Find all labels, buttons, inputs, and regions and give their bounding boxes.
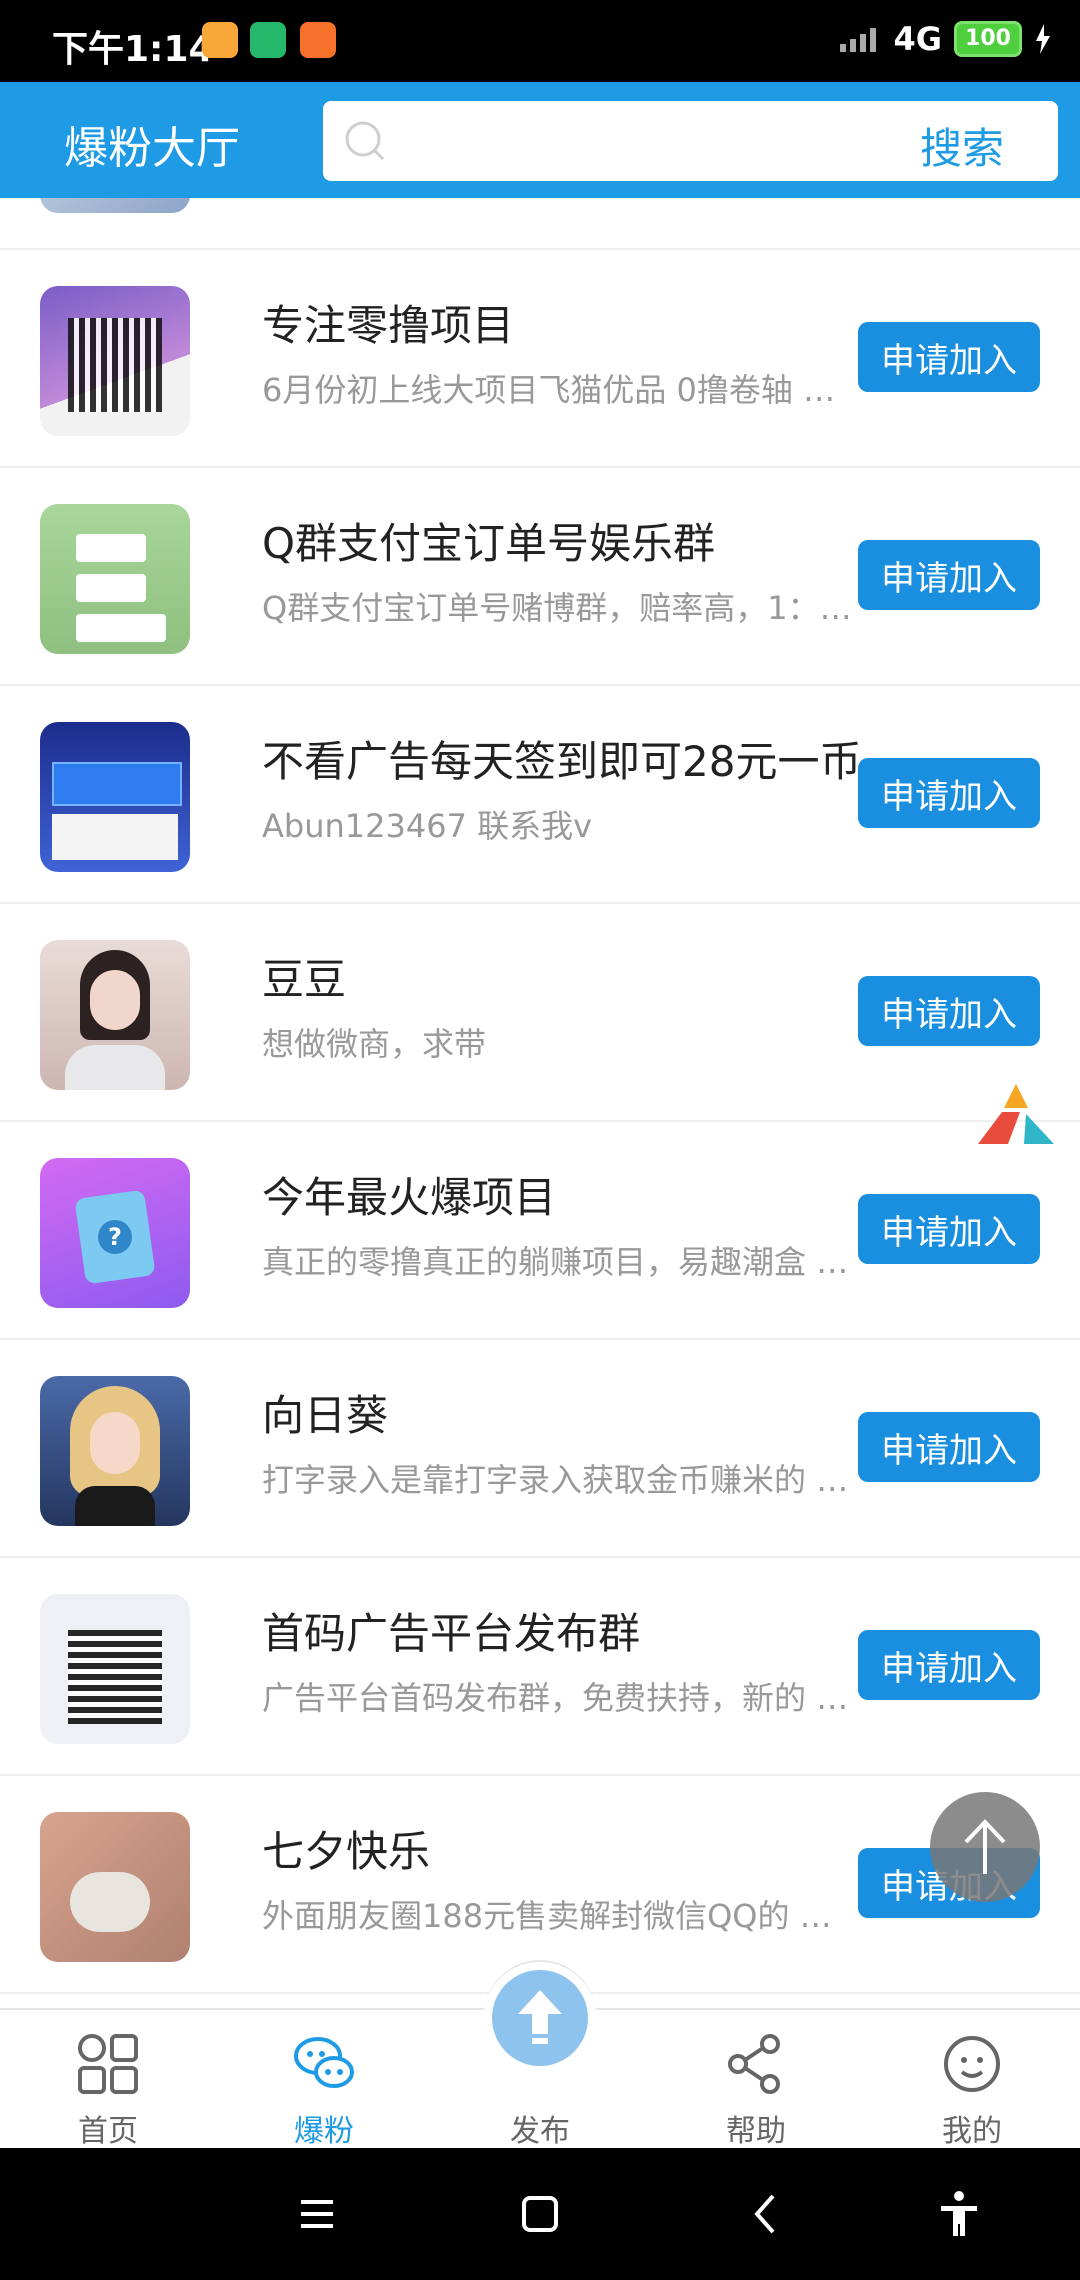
app-logo-icon[interactable] xyxy=(976,1082,1056,1152)
bottom-navigation: 首页 爆粉 发布 帮助 我的 xyxy=(0,1960,1080,2150)
join-button[interactable]: 申请加入 xyxy=(858,322,1040,392)
group-description: 外面朋友圈188元售卖解封微信QQ的 教程 xyxy=(262,1897,852,1935)
status-indicators: 4G 100 xyxy=(838,20,1052,58)
status-bar: 下午1:14 4G 100 xyxy=(0,0,1080,82)
group-title: Q群支付宝订单号娱乐群 xyxy=(262,519,716,568)
list-item[interactable]: 专注零撸项目 6月份初上线大项目飞猫优品 0撸卷轴 分红项目 申请加入 xyxy=(0,250,1080,468)
security-app-icon xyxy=(250,22,286,58)
group-description: Abun123467 联系我v xyxy=(262,807,593,845)
join-button[interactable]: 申请加入 xyxy=(858,1630,1040,1700)
signal-icon xyxy=(839,28,876,52)
nav-label: 我的 xyxy=(942,2114,1002,2149)
nav-mine[interactable]: 我的 xyxy=(902,2010,1042,2150)
list-item[interactable]: 首码广告平台发布群 广告平台首码发布群，免费扶持，新的 项目 申请加入 xyxy=(0,1558,1080,1776)
grid-icon xyxy=(78,2034,138,2094)
group-title: 今年最火爆项目 xyxy=(262,1173,557,1222)
battery-icon: 100 xyxy=(954,21,1022,57)
system-navigation-bar xyxy=(0,2148,1080,2280)
home-square-icon[interactable] xyxy=(510,2184,570,2244)
charging-icon xyxy=(1036,24,1050,54)
group-thumbnail xyxy=(40,504,190,654)
taobao-app-icon xyxy=(300,22,336,58)
join-button[interactable]: 申请加入 xyxy=(858,1412,1040,1482)
group-thumbnail xyxy=(40,940,190,1090)
group-title: 不看广告每天签到即可28元一币 xyxy=(262,737,862,786)
group-thumbnail xyxy=(40,286,190,436)
chat-icon xyxy=(294,2037,354,2088)
group-description: 打字录入是靠打字录入获取金币赚米的 项目 xyxy=(262,1461,852,1499)
accessibility-icon[interactable] xyxy=(929,2184,989,2244)
list-item[interactable]: Q群支付宝订单号娱乐群 Q群支付宝订单号赌博群，赔率高，1：1.98 申请加入 xyxy=(0,468,1080,686)
search-button[interactable]: 搜索 xyxy=(920,115,1004,176)
list-item[interactable]: 豆豆 想做微商，求带 申请加入 xyxy=(0,904,1080,1122)
group-thumbnail xyxy=(40,1376,190,1526)
notes-app-icon xyxy=(202,22,238,58)
join-button[interactable]: 申请加入 xyxy=(858,540,1040,610)
nav-label: 发布 xyxy=(510,2114,570,2149)
back-icon[interactable] xyxy=(737,2184,797,2244)
group-description: 真正的零撸真正的躺赚项目，易趣潮盒 免费领取 xyxy=(262,1243,852,1281)
nav-label: 首页 xyxy=(78,2114,138,2149)
group-description: 6月份初上线大项目飞猫优品 0撸卷轴 分红项目 xyxy=(262,371,852,409)
group-description: 想做微商，求带 xyxy=(262,1025,487,1063)
network-type: 4G xyxy=(893,20,943,58)
list-item[interactable]: 不看广告每天签到即可28元一币 Abun123467 联系我v 申请加入 xyxy=(0,686,1080,904)
group-description: Q群支付宝订单号赌博群，赔率高，1：1.98 xyxy=(262,589,852,627)
search-bar[interactable]: 搜索 xyxy=(323,101,1058,181)
group-title: 豆豆 xyxy=(262,955,347,1004)
share-icon xyxy=(728,2034,780,2094)
app-header: 爆粉大厅 搜索 xyxy=(0,82,1080,198)
group-thumbnail: ? xyxy=(40,1158,190,1308)
group-list[interactable]: 专注零撸项目 6月份初上线大项目飞猫优品 0撸卷轴 分红项目 申请加入 Q群支付… xyxy=(0,198,1080,2008)
group-title: 专注零撸项目 xyxy=(262,301,515,350)
nav-label: 帮助 xyxy=(726,2114,786,2149)
group-thumbnail xyxy=(40,1812,190,1962)
join-button[interactable]: 申请加入 xyxy=(858,1194,1040,1264)
group-title: 首码广告平台发布群 xyxy=(262,1609,641,1658)
list-item[interactable]: ? 今年最火爆项目 真正的零撸真正的躺赚项目，易趣潮盒 免费领取 申请加入 xyxy=(0,1122,1080,1340)
join-button[interactable]: 申请加入 xyxy=(858,976,1040,1046)
status-time: 下午1:14 xyxy=(52,29,214,70)
list-item[interactable]: 向日葵 打字录入是靠打字录入获取金币赚米的 项目 申请加入 xyxy=(0,1340,1080,1558)
menu-icon[interactable] xyxy=(287,2184,347,2244)
arrow-up-icon xyxy=(964,1819,1006,1874)
nav-label: 爆粉 xyxy=(294,2114,354,2149)
search-icon xyxy=(345,121,385,161)
group-thumbnail xyxy=(40,722,190,872)
group-thumbnail xyxy=(40,1594,190,1744)
group-title: 向日葵 xyxy=(262,1391,389,1440)
nav-fans[interactable]: 爆粉 xyxy=(254,2010,394,2150)
scroll-to-top-button[interactable] xyxy=(930,1792,1040,1902)
nav-publish[interactable]: 发布 xyxy=(470,2010,610,2150)
smile-icon xyxy=(944,2036,1000,2092)
nav-help[interactable]: 帮助 xyxy=(686,2010,826,2150)
nav-home[interactable]: 首页 xyxy=(38,2010,178,2150)
group-description: 广告平台首码发布群，免费扶持，新的 项目 xyxy=(262,1679,852,1717)
list-item-partial xyxy=(0,198,1080,250)
page-title: 爆粉大厅 xyxy=(64,123,240,174)
join-button[interactable]: 申请加入 xyxy=(858,758,1040,828)
group-thumbnail xyxy=(40,198,190,213)
group-title: 七夕快乐 xyxy=(262,1827,431,1876)
